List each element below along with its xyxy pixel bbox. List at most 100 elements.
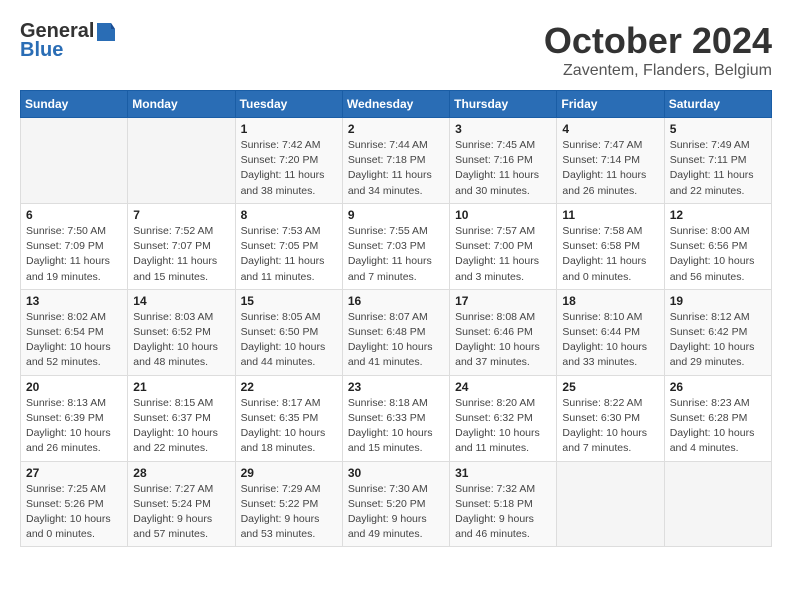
day-detail: Sunrise: 7:25 AM Sunset: 5:26 PM Dayligh… bbox=[26, 482, 122, 543]
day-number: 1 bbox=[241, 122, 337, 136]
calendar-cell: 31 Sunrise: 7:32 AM Sunset: 5:18 PM Dayli… bbox=[450, 461, 557, 547]
calendar-cell: 2Sunrise: 7:44 AM Sunset: 7:18 PM Daylig… bbox=[342, 118, 449, 204]
day-detail: Sunrise: 7:55 AM Sunset: 7:03 PM Dayligh… bbox=[348, 224, 444, 285]
calendar-cell: 24 Sunrise: 8:20 AM Sunset: 6:32 PM Dayli… bbox=[450, 375, 557, 461]
calendar-cell: 12 Sunrise: 8:00 AM Sunset: 6:56 PM Dayli… bbox=[664, 203, 771, 289]
day-detail: Sunrise: 8:20 AM Sunset: 6:32 PM Dayligh… bbox=[455, 396, 551, 457]
day-detail: Sunrise: 8:00 AM Sunset: 6:56 PM Dayligh… bbox=[670, 224, 766, 285]
day-detail: Sunrise: 7:49 AM Sunset: 7:11 PM Dayligh… bbox=[670, 138, 766, 199]
weekday-header: Saturday bbox=[664, 91, 771, 118]
day-number: 11 bbox=[562, 208, 658, 222]
week-row: 27 Sunrise: 7:25 AM Sunset: 5:26 PM Dayli… bbox=[21, 461, 772, 547]
calendar-body: 1 Sunrise: 7:42 AM Sunset: 7:20 PM Daylig… bbox=[21, 118, 772, 547]
week-row: 6 Sunrise: 7:50 AM Sunset: 7:09 PM Daylig… bbox=[21, 203, 772, 289]
day-number: 31 bbox=[455, 466, 551, 480]
day-number: 14 bbox=[133, 294, 229, 308]
day-number: 6 bbox=[26, 208, 122, 222]
day-detail: Sunrise: 8:05 AM Sunset: 6:50 PM Dayligh… bbox=[241, 310, 337, 371]
day-number: 2 bbox=[348, 122, 444, 136]
day-number: 7 bbox=[133, 208, 229, 222]
day-detail: Sunrise: 8:22 AM Sunset: 6:30 PM Dayligh… bbox=[562, 396, 658, 457]
day-number: 17 bbox=[455, 294, 551, 308]
calendar-cell: 18Sunrise: 8:10 AM Sunset: 6:44 PM Dayli… bbox=[557, 289, 664, 375]
day-detail: Sunrise: 8:03 AM Sunset: 6:52 PM Dayligh… bbox=[133, 310, 229, 371]
calendar-cell: 28 Sunrise: 7:27 AM Sunset: 5:24 PM Dayli… bbox=[128, 461, 235, 547]
week-row: 13 Sunrise: 8:02 AM Sunset: 6:54 PM Dayli… bbox=[21, 289, 772, 375]
day-number: 28 bbox=[133, 466, 229, 480]
day-number: 10 bbox=[455, 208, 551, 222]
day-number: 13 bbox=[26, 294, 122, 308]
calendar-header: SundayMondayTuesdayWednesdayThursdayFrid… bbox=[21, 91, 772, 118]
calendar-cell: 7 Sunrise: 7:52 AM Sunset: 7:07 PM Daylig… bbox=[128, 203, 235, 289]
weekday-header: Wednesday bbox=[342, 91, 449, 118]
day-detail: Sunrise: 7:32 AM Sunset: 5:18 PM Dayligh… bbox=[455, 482, 551, 543]
calendar-cell bbox=[128, 118, 235, 204]
day-detail: Sunrise: 8:08 AM Sunset: 6:46 PM Dayligh… bbox=[455, 310, 551, 371]
day-number: 27 bbox=[26, 466, 122, 480]
calendar-cell: 10Sunrise: 7:57 AM Sunset: 7:00 PM Dayli… bbox=[450, 203, 557, 289]
day-number: 16 bbox=[348, 294, 444, 308]
day-number: 8 bbox=[241, 208, 337, 222]
day-detail: Sunrise: 7:47 AM Sunset: 7:14 PM Dayligh… bbox=[562, 138, 658, 199]
calendar-cell: 16 Sunrise: 8:07 AM Sunset: 6:48 PM Dayli… bbox=[342, 289, 449, 375]
day-number: 25 bbox=[562, 380, 658, 394]
day-detail: Sunrise: 7:29 AM Sunset: 5:22 PM Dayligh… bbox=[241, 482, 337, 543]
day-detail: Sunrise: 7:45 AM Sunset: 7:16 PM Dayligh… bbox=[455, 138, 551, 199]
calendar-cell: 23Sunrise: 8:18 AM Sunset: 6:33 PM Dayli… bbox=[342, 375, 449, 461]
weekday-header: Tuesday bbox=[235, 91, 342, 118]
main-title: October 2024 bbox=[544, 20, 772, 62]
calendar: SundayMondayTuesdayWednesdayThursdayFrid… bbox=[20, 90, 772, 547]
calendar-cell: 6 Sunrise: 7:50 AM Sunset: 7:09 PM Daylig… bbox=[21, 203, 128, 289]
calendar-cell: 21Sunrise: 8:15 AM Sunset: 6:37 PM Dayli… bbox=[128, 375, 235, 461]
calendar-cell: 27 Sunrise: 7:25 AM Sunset: 5:26 PM Dayli… bbox=[21, 461, 128, 547]
calendar-cell: 17 Sunrise: 8:08 AM Sunset: 6:46 PM Dayli… bbox=[450, 289, 557, 375]
weekday-header: Friday bbox=[557, 91, 664, 118]
weekday-header: Monday bbox=[128, 91, 235, 118]
day-detail: Sunrise: 7:42 AM Sunset: 7:20 PM Dayligh… bbox=[241, 138, 337, 199]
calendar-cell bbox=[664, 461, 771, 547]
day-number: 30 bbox=[348, 466, 444, 480]
calendar-cell bbox=[557, 461, 664, 547]
day-number: 12 bbox=[670, 208, 766, 222]
day-detail: Sunrise: 8:15 AM Sunset: 6:37 PM Dayligh… bbox=[133, 396, 229, 457]
day-detail: Sunrise: 7:50 AM Sunset: 7:09 PM Dayligh… bbox=[26, 224, 122, 285]
calendar-cell: 26Sunrise: 8:23 AM Sunset: 6:28 PM Dayli… bbox=[664, 375, 771, 461]
day-number: 15 bbox=[241, 294, 337, 308]
calendar-cell: 22Sunrise: 8:17 AM Sunset: 6:35 PM Dayli… bbox=[235, 375, 342, 461]
day-detail: Sunrise: 8:02 AM Sunset: 6:54 PM Dayligh… bbox=[26, 310, 122, 371]
day-detail: Sunrise: 7:52 AM Sunset: 7:07 PM Dayligh… bbox=[133, 224, 229, 285]
day-number: 3 bbox=[455, 122, 551, 136]
day-detail: Sunrise: 8:23 AM Sunset: 6:28 PM Dayligh… bbox=[670, 396, 766, 457]
day-number: 19 bbox=[670, 294, 766, 308]
header: General Blue October 2024 Zaventem, Flan… bbox=[20, 20, 772, 80]
calendar-cell: 25 Sunrise: 8:22 AM Sunset: 6:30 PM Dayli… bbox=[557, 375, 664, 461]
day-detail: Sunrise: 7:27 AM Sunset: 5:24 PM Dayligh… bbox=[133, 482, 229, 543]
calendar-cell: 3 Sunrise: 7:45 AM Sunset: 7:16 PM Daylig… bbox=[450, 118, 557, 204]
calendar-cell: 8 Sunrise: 7:53 AM Sunset: 7:05 PM Daylig… bbox=[235, 203, 342, 289]
logo-blue: Blue bbox=[20, 39, 63, 62]
calendar-cell: 13 Sunrise: 8:02 AM Sunset: 6:54 PM Dayli… bbox=[21, 289, 128, 375]
week-row: 20 Sunrise: 8:13 AM Sunset: 6:39 PM Dayli… bbox=[21, 375, 772, 461]
day-number: 18 bbox=[562, 294, 658, 308]
calendar-cell: 4Sunrise: 7:47 AM Sunset: 7:14 PM Daylig… bbox=[557, 118, 664, 204]
calendar-cell: 19 Sunrise: 8:12 AM Sunset: 6:42 PM Dayli… bbox=[664, 289, 771, 375]
day-detail: Sunrise: 7:53 AM Sunset: 7:05 PM Dayligh… bbox=[241, 224, 337, 285]
calendar-cell: 9Sunrise: 7:55 AM Sunset: 7:03 PM Daylig… bbox=[342, 203, 449, 289]
day-number: 24 bbox=[455, 380, 551, 394]
day-detail: Sunrise: 8:12 AM Sunset: 6:42 PM Dayligh… bbox=[670, 310, 766, 371]
day-detail: Sunrise: 8:13 AM Sunset: 6:39 PM Dayligh… bbox=[26, 396, 122, 457]
day-number: 5 bbox=[670, 122, 766, 136]
day-number: 20 bbox=[26, 380, 122, 394]
logo: General Blue bbox=[20, 20, 117, 62]
weekday-header: Sunday bbox=[21, 91, 128, 118]
day-detail: Sunrise: 7:30 AM Sunset: 5:20 PM Dayligh… bbox=[348, 482, 444, 543]
day-detail: Sunrise: 8:18 AM Sunset: 6:33 PM Dayligh… bbox=[348, 396, 444, 457]
calendar-cell: 5 Sunrise: 7:49 AM Sunset: 7:11 PM Daylig… bbox=[664, 118, 771, 204]
calendar-cell: 1 Sunrise: 7:42 AM Sunset: 7:20 PM Daylig… bbox=[235, 118, 342, 204]
day-detail: Sunrise: 8:07 AM Sunset: 6:48 PM Dayligh… bbox=[348, 310, 444, 371]
calendar-cell bbox=[21, 118, 128, 204]
calendar-cell: 11Sunrise: 7:58 AM Sunset: 6:58 PM Dayli… bbox=[557, 203, 664, 289]
calendar-cell: 14 Sunrise: 8:03 AM Sunset: 6:52 PM Dayli… bbox=[128, 289, 235, 375]
day-detail: Sunrise: 8:17 AM Sunset: 6:35 PM Dayligh… bbox=[241, 396, 337, 457]
weekday-header: Thursday bbox=[450, 91, 557, 118]
